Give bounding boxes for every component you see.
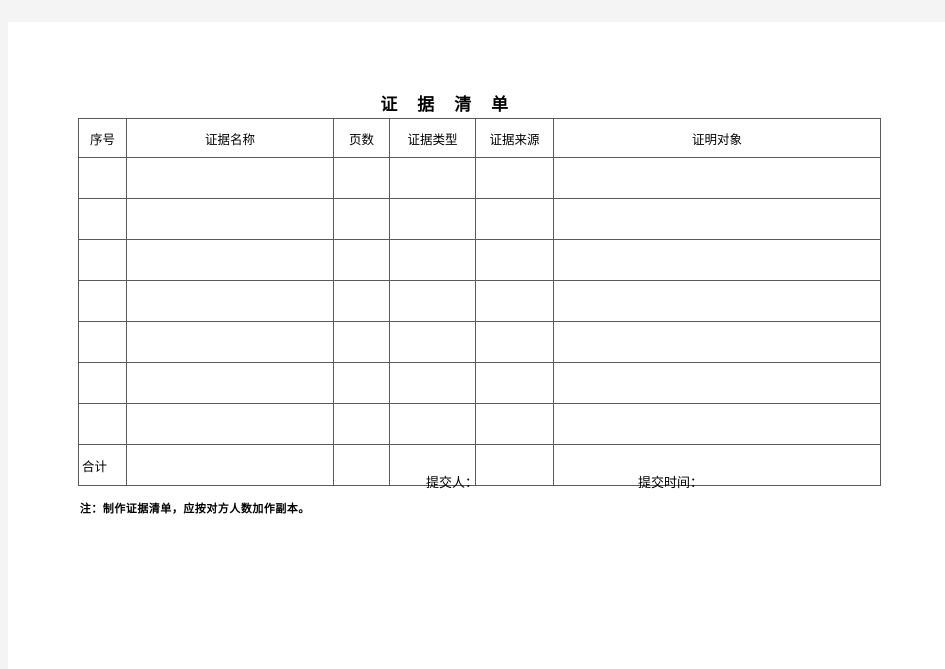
cell-proof[interactable] [553,321,881,363]
cell-pages[interactable] [333,403,390,445]
cell-sequence[interactable] [78,321,127,363]
table-row[interactable] [78,321,881,363]
header-cell-pages: 页数 [333,118,390,158]
cell-name[interactable] [126,362,334,404]
cell-sequence[interactable] [78,198,127,240]
cell-pages[interactable] [333,239,390,281]
header-cell-source: 证据来源 [475,118,554,158]
cell-proof[interactable] [553,280,881,322]
table-row[interactable] [78,198,881,240]
signature-row: 提交人： 提交时间： [78,472,880,494]
cell-proof[interactable] [553,198,881,240]
cell-pages[interactable] [333,198,390,240]
table-row[interactable] [78,157,881,199]
cell-type[interactable] [389,198,476,240]
evidence-table: 序号 证据名称 页数 证据类型 证据来源 证明对象 合计 [78,118,881,486]
cell-name[interactable] [126,321,334,363]
header-cell-name: 证据名称 [126,118,334,158]
table-header-row: 序号 证据名称 页数 证据类型 证据来源 证明对象 [78,118,881,158]
cell-name[interactable] [126,157,334,199]
cell-type[interactable] [389,403,476,445]
page-title: 证 据 清 单 [380,95,516,115]
footer-note: 注：制作证据清单，应按对方人数加作副本。 [80,502,310,515]
cell-sequence[interactable] [78,239,127,281]
cell-name[interactable] [126,280,334,322]
cell-pages[interactable] [333,321,390,363]
cell-proof[interactable] [553,403,881,445]
cell-source[interactable] [475,198,554,240]
cell-type[interactable] [389,280,476,322]
cell-source[interactable] [475,280,554,322]
cell-type[interactable] [389,321,476,363]
cell-pages[interactable] [333,362,390,404]
cell-sequence[interactable] [78,280,127,322]
cell-type[interactable] [389,362,476,404]
header-cell-sequence: 序号 [78,118,127,158]
cell-sequence[interactable] [78,403,127,445]
cell-name[interactable] [126,239,334,281]
cell-source[interactable] [475,362,554,404]
cell-source[interactable] [475,239,554,281]
cell-source[interactable] [475,157,554,199]
cell-name[interactable] [126,403,334,445]
cell-proof[interactable] [553,362,881,404]
cell-type[interactable] [389,157,476,199]
document-page: 证 据 清 单 序号 证据名称 页数 证据类型 证据来源 证明对象 合计 提交人… [8,22,945,669]
cell-source[interactable] [475,321,554,363]
cell-proof[interactable] [553,239,881,281]
table-row[interactable] [78,280,881,322]
cell-sequence[interactable] [78,157,127,199]
header-cell-type: 证据类型 [389,118,476,158]
cell-name[interactable] [126,198,334,240]
table-row[interactable] [78,362,881,404]
cell-pages[interactable] [333,157,390,199]
cell-proof[interactable] [553,157,881,199]
submission-time-label: 提交时间： [638,476,704,491]
table-row[interactable] [78,403,881,445]
cell-source[interactable] [475,403,554,445]
header-cell-proof: 证明对象 [553,118,881,158]
cell-sequence[interactable] [78,362,127,404]
cell-pages[interactable] [333,280,390,322]
submitter-label: 提交人： [426,476,479,491]
cell-type[interactable] [389,239,476,281]
table-row[interactable] [78,239,881,281]
